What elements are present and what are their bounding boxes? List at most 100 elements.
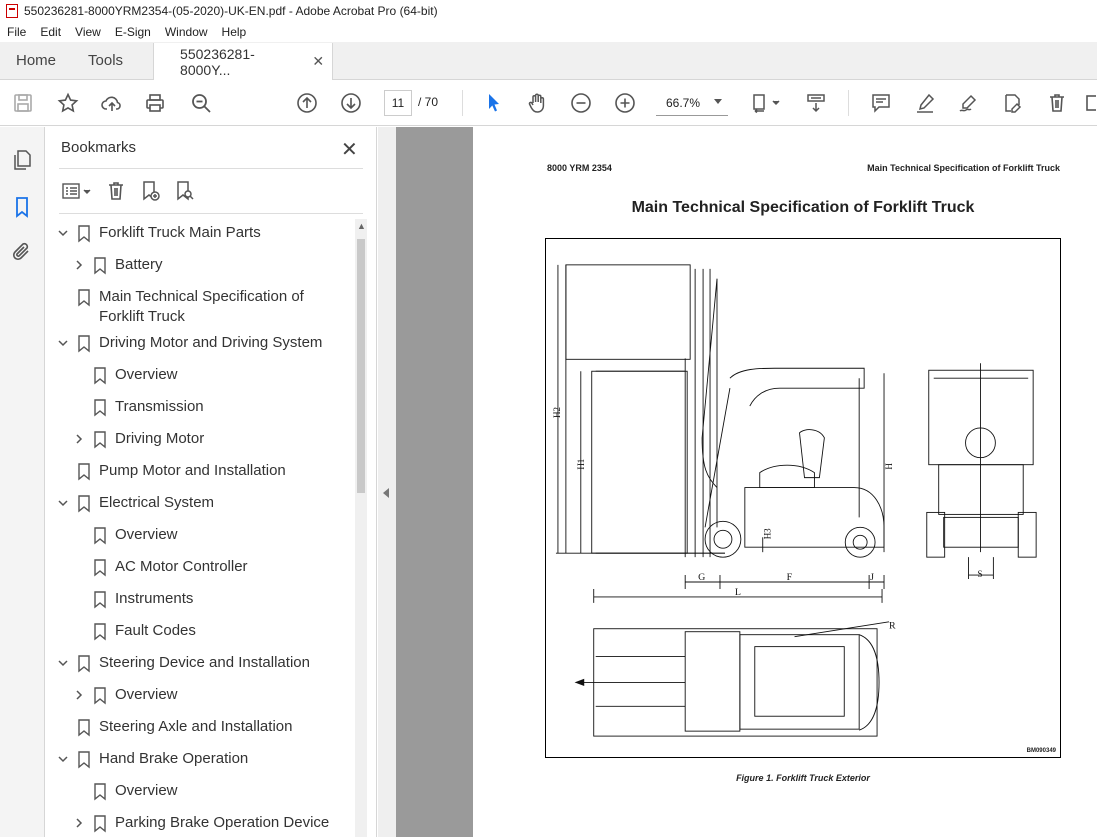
- bookmarks-scrollbar[interactable]: ▲: [355, 219, 367, 837]
- page-total: / 70: [418, 95, 439, 109]
- zoom-select[interactable]: 66.7%: [656, 90, 728, 116]
- bookmark-item[interactable]: Parking Brake Operation Device: [71, 813, 345, 833]
- star-icon[interactable]: [57, 89, 79, 117]
- forklift-drawing: H2 H1 H H3 G F J L S R: [552, 264, 1037, 737]
- bookmark-label: Overview: [115, 366, 178, 383]
- bookmark-item[interactable]: AC Motor Controller: [71, 557, 345, 577]
- zoom-in-icon[interactable]: [614, 89, 636, 117]
- comment-icon[interactable]: [870, 89, 892, 117]
- find-bookmark-icon[interactable]: [171, 179, 197, 203]
- bookmark-item[interactable]: Hand Brake Operation: [55, 749, 345, 769]
- bookmark-icon: [77, 493, 91, 513]
- chevron-right-icon[interactable]: [71, 685, 87, 705]
- bookmark-options-icon[interactable]: [59, 179, 95, 203]
- new-bookmark-icon[interactable]: [137, 179, 163, 203]
- dim-label-j: J: [870, 572, 874, 583]
- cloud-upload-icon[interactable]: [101, 89, 123, 117]
- close-tab-icon[interactable]: ✕: [312, 53, 324, 70]
- edit-pdf-icon[interactable]: [1001, 89, 1023, 117]
- zoom-value: 66.7%: [666, 95, 701, 110]
- menu-view[interactable]: View: [68, 25, 108, 39]
- bookmark-item[interactable]: Overview: [71, 525, 345, 545]
- hand-tool-icon[interactable]: [526, 89, 548, 117]
- close-panel-icon[interactable]: ✕: [341, 137, 358, 162]
- dim-label-h: H: [884, 463, 894, 470]
- chevron-down-icon[interactable]: [55, 493, 71, 513]
- bookmark-item[interactable]: Driving Motor: [71, 429, 345, 449]
- more-tools-icon[interactable]: [1086, 89, 1096, 117]
- bookmark-item[interactable]: Battery: [71, 255, 345, 275]
- menu-esign[interactable]: E-Sign: [108, 25, 158, 39]
- bookmark-item[interactable]: Electrical System: [55, 493, 345, 513]
- dim-label-l: L: [735, 587, 741, 598]
- bookmark-item[interactable]: Steering Axle and Installation: [55, 717, 345, 737]
- delete-icon[interactable]: [1046, 89, 1068, 117]
- bookmarks-panel-icon[interactable]: [11, 196, 33, 218]
- page-number-input[interactable]: 11: [384, 90, 412, 116]
- bookmark-item[interactable]: Fault Codes: [71, 621, 345, 641]
- sign-icon[interactable]: [957, 89, 979, 117]
- bookmark-item[interactable]: Steering Device and Installation: [55, 653, 345, 673]
- bookmark-label: Fault Codes: [115, 622, 196, 639]
- scrollbar-thumb[interactable]: [357, 239, 365, 493]
- collapse-panel-handle[interactable]: [378, 127, 396, 837]
- bookmark-item[interactable]: Overview: [71, 781, 345, 801]
- zoom-out-icon[interactable]: [570, 89, 592, 117]
- chevron-down-icon[interactable]: [55, 749, 71, 769]
- page-header-right: Main Technical Specification of Forklift…: [867, 163, 1060, 173]
- dim-label-r: R: [889, 621, 896, 632]
- scroll-up-icon[interactable]: ▲: [357, 221, 366, 231]
- page-fit-icon[interactable]: [748, 89, 784, 117]
- bookmarks-title: Bookmarks: [61, 139, 137, 156]
- chevron-right-icon[interactable]: [71, 255, 87, 275]
- menu-file[interactable]: File: [0, 25, 33, 39]
- menu-help[interactable]: Help: [215, 25, 254, 39]
- bookmark-label: Hand Brake Operation: [99, 750, 249, 767]
- chevron-down-icon[interactable]: [55, 653, 71, 673]
- pdf-page: 8000 YRM 2354 Main Technical Specificati…: [473, 127, 1097, 837]
- bookmark-item[interactable]: Forklift Truck Main Parts: [55, 223, 345, 243]
- highlight-pen-icon[interactable]: [914, 89, 936, 117]
- chevron-right-icon[interactable]: [71, 429, 87, 449]
- attachments-icon[interactable]: [11, 241, 33, 263]
- bookmark-item[interactable]: Overview: [71, 685, 345, 705]
- bookmark-item[interactable]: Transmission: [71, 397, 345, 417]
- scroll-mode-icon[interactable]: [805, 89, 827, 117]
- bookmark-item[interactable]: Overview: [71, 365, 345, 385]
- bookmark-item[interactable]: Instruments: [71, 589, 345, 609]
- bookmark-item[interactable]: Pump Motor and Installation: [55, 461, 345, 481]
- bookmark-icon: [77, 223, 91, 243]
- page-down-icon[interactable]: [340, 89, 362, 117]
- zoom-search-icon[interactable]: [190, 89, 212, 117]
- select-cursor-icon[interactable]: [483, 89, 505, 117]
- page-thumbnails-icon[interactable]: [11, 149, 33, 171]
- dim-label-g: G: [698, 572, 705, 583]
- save-icon[interactable]: [12, 89, 34, 117]
- chevron-down-icon: [714, 99, 722, 104]
- delete-bookmark-icon[interactable]: [103, 179, 129, 203]
- title-bar: 550236281-8000YRM2354-(05-2020)-UK-EN.pd…: [0, 0, 1097, 22]
- tab-home[interactable]: Home: [0, 42, 72, 79]
- page-up-icon[interactable]: [296, 89, 318, 117]
- bookmark-item[interactable]: Driving Motor and Driving System: [55, 333, 345, 353]
- bookmark-label: Overview: [115, 782, 178, 799]
- figure-forklift-exterior: H2 H1 H H3 G F J L S R BM090349: [545, 238, 1061, 758]
- bookmark-icon: [93, 429, 107, 449]
- chevron-right-icon[interactable]: [71, 813, 87, 833]
- chevron-down-icon[interactable]: [55, 333, 71, 353]
- bookmark-label: Driving Motor: [115, 430, 205, 447]
- tab-document-label: 550236281-8000Y...: [180, 45, 255, 78]
- tab-tools[interactable]: Tools: [72, 42, 139, 79]
- menu-window[interactable]: Window: [158, 25, 215, 39]
- print-icon[interactable]: [144, 89, 166, 117]
- tab-document[interactable]: 550236281-8000Y... ✕: [153, 43, 334, 80]
- menu-edit[interactable]: Edit: [33, 25, 68, 39]
- chevron-down-icon[interactable]: [55, 223, 71, 243]
- bookmark-icon: [93, 589, 107, 609]
- bookmark-item[interactable]: Main Technical Specification of Forklift…: [55, 287, 345, 327]
- dim-label-f: F: [787, 572, 793, 583]
